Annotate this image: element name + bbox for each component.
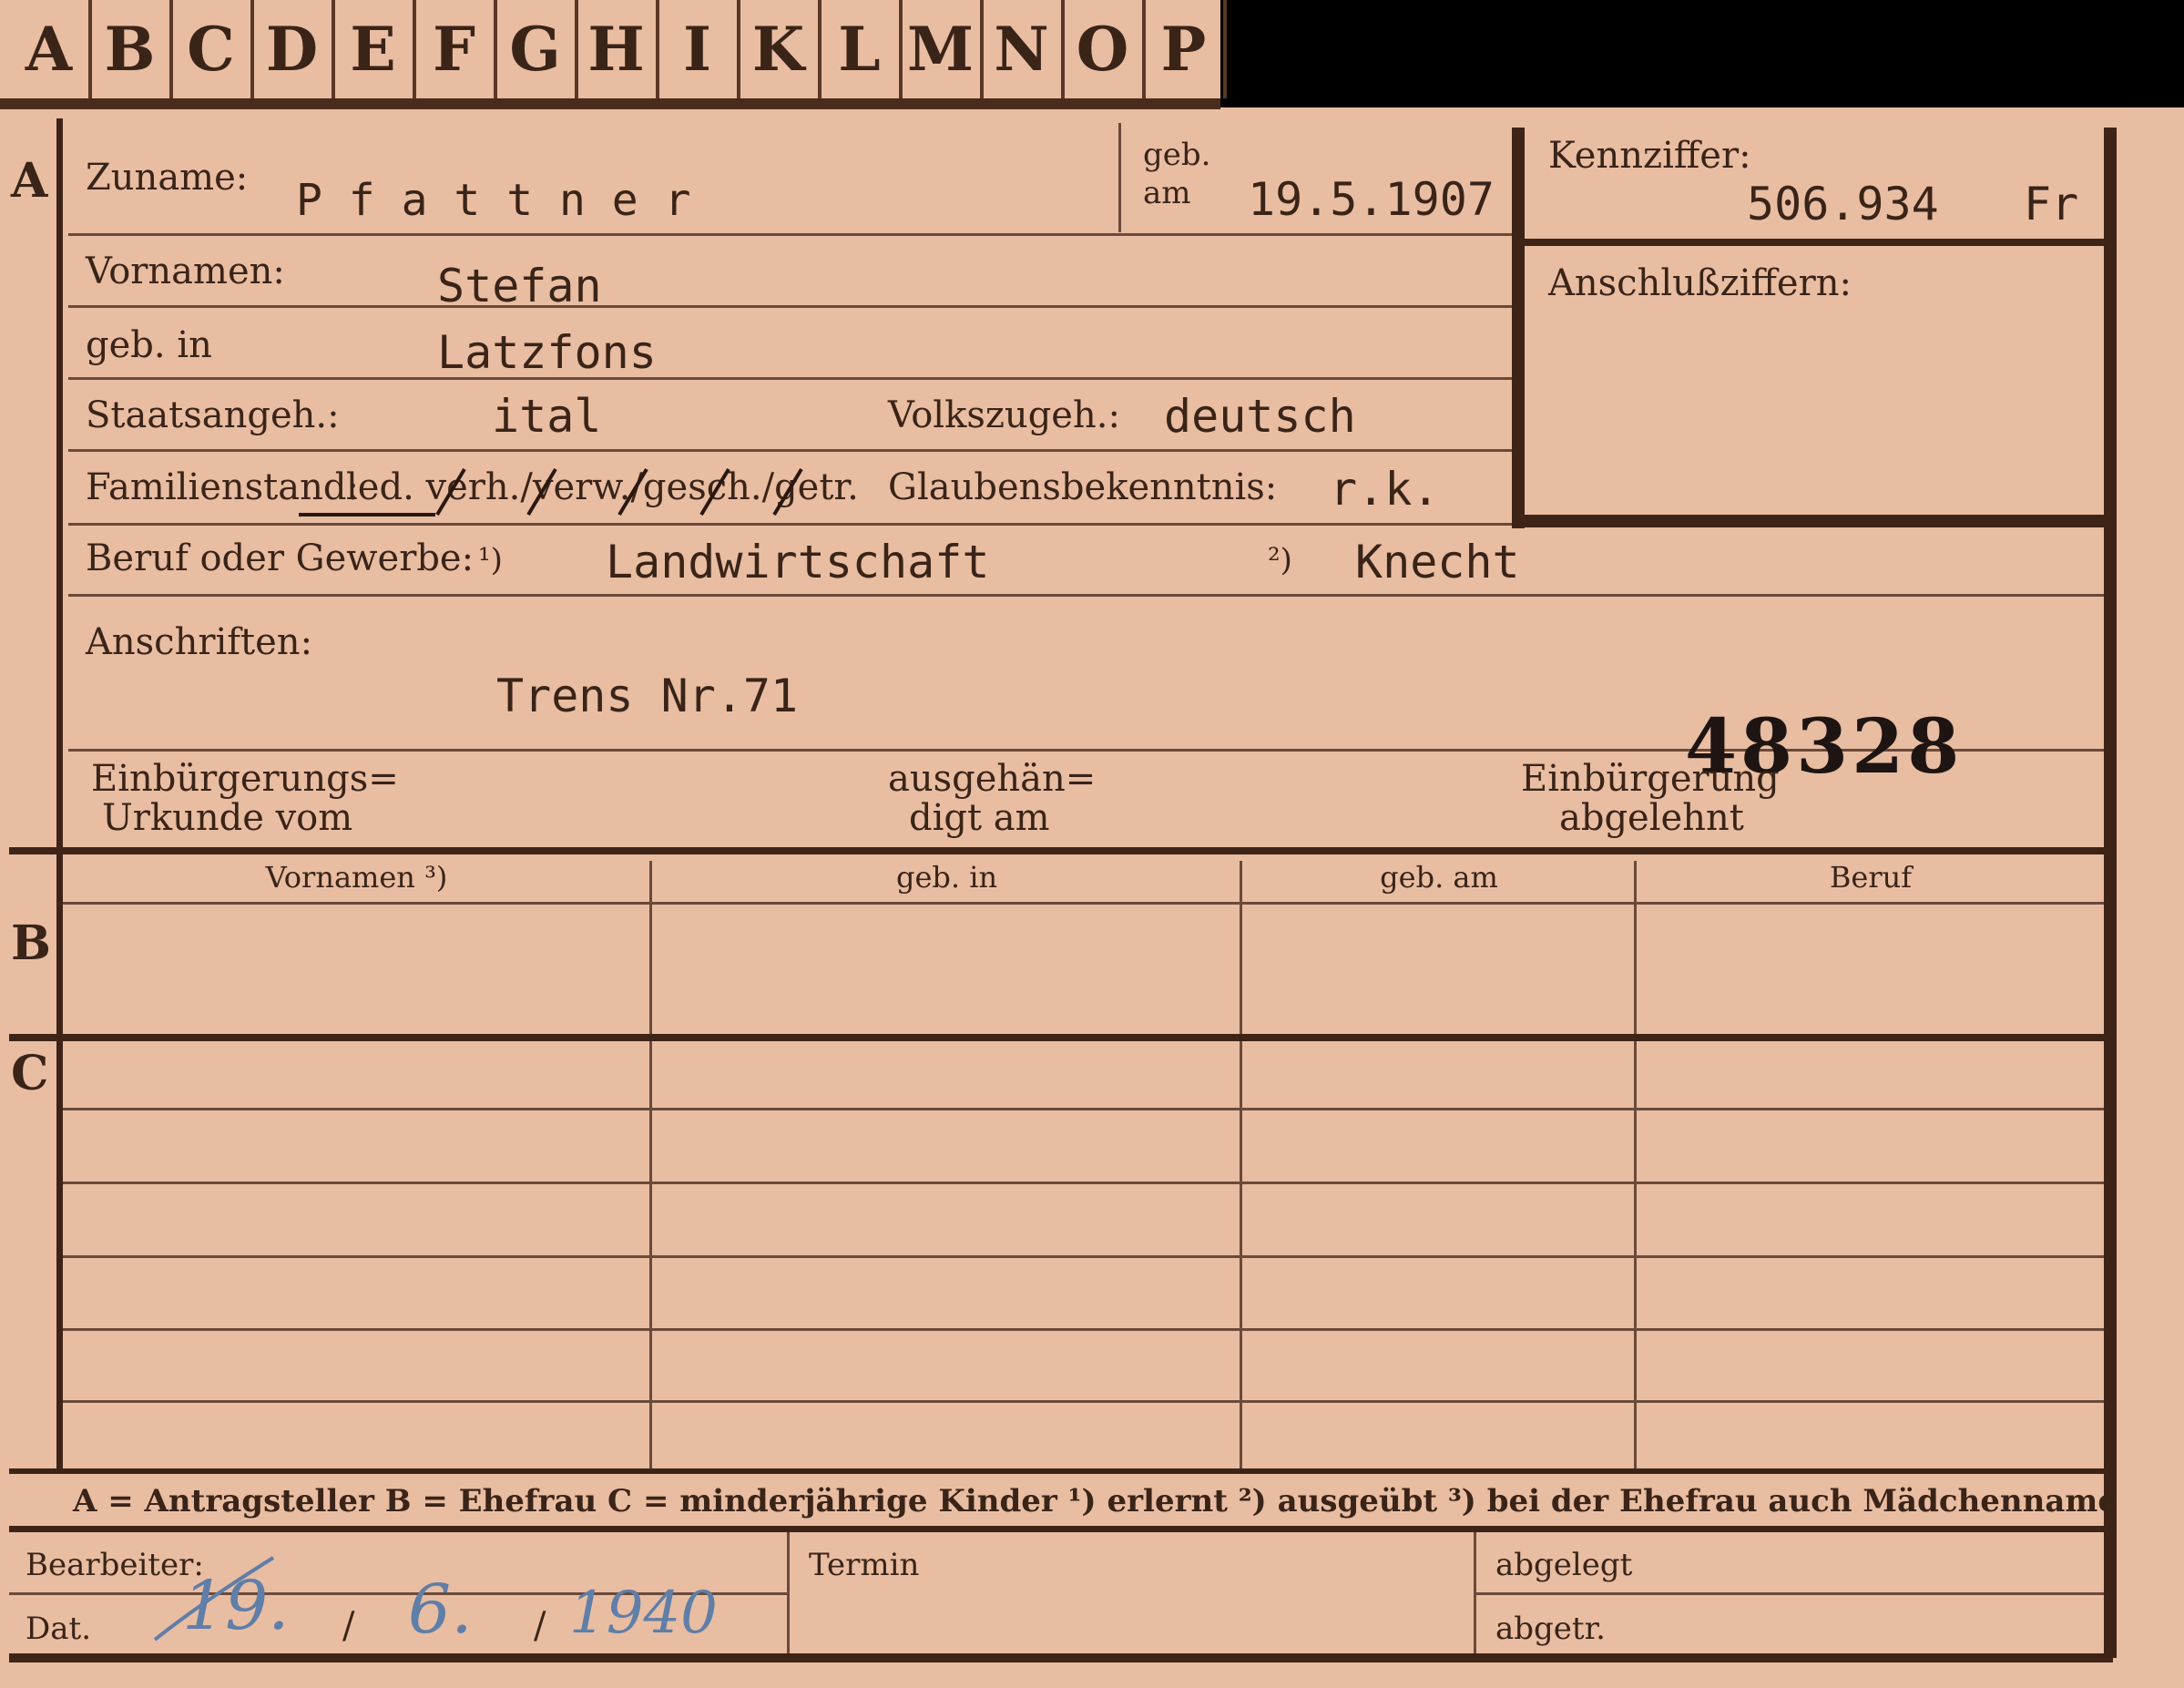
einbuergerung-abgelehnt-label-1: Einbürgerung	[1521, 758, 1780, 800]
beruf-footnote-1: ¹)	[478, 542, 503, 578]
einbuergerung-urkunde-label-1: Einbürgerungs=	[91, 758, 399, 800]
termin-label: Termin	[809, 1547, 920, 1583]
alphabet-tab-b[interactable]: B	[90, 0, 173, 98]
vornamen-label: Vornamen:	[86, 251, 285, 292]
section-divider-ab	[9, 847, 2104, 854]
tab-bar-rule	[0, 98, 1220, 109]
column-rule	[649, 861, 652, 1469]
alphabet-tab-o[interactable]: O	[1063, 0, 1146, 98]
alphabet-tab-a[interactable]: A	[9, 0, 92, 98]
geb-label: geb.	[1143, 137, 1211, 173]
section-a-marker: A	[11, 153, 48, 209]
kennziffer-label: Kennziffer:	[1548, 135, 1751, 177]
footer-legend: A = Antragsteller B = Ehefrau C = minder…	[73, 1483, 2118, 1519]
kennziffer-value: 506.934	[1747, 178, 1939, 230]
ausgehaendigt-label-1: ausgehän=	[888, 758, 1097, 800]
alphabet-tab-k[interactable]: K	[739, 0, 822, 98]
dat-label: Dat.	[26, 1611, 92, 1647]
kennziffer-box-left	[1512, 128, 1525, 528]
volkszugeh-value: deutsch	[1164, 390, 1356, 443]
handwritten-year: 1940	[569, 1580, 718, 1647]
geb-am-divider	[1118, 123, 1121, 232]
anschlussziffern-label: Anschlußziffern:	[1548, 262, 1852, 304]
geb-am-value: 19.5.1907	[1248, 173, 1495, 226]
section-divider-bc	[9, 1034, 2104, 1041]
date-slash-1: /	[342, 1605, 355, 1647]
row-rule	[68, 233, 1512, 236]
card-right-edge	[2122, 107, 2184, 1688]
column-header-geb-in: geb. in	[895, 860, 998, 895]
geb-in-label: geb. in	[86, 324, 212, 366]
table-row-rule	[63, 1400, 2104, 1403]
abgelegt-rule	[1474, 1592, 2104, 1595]
column-header-beruf: Beruf	[1829, 860, 1913, 895]
handwritten-month: 6.	[408, 1570, 473, 1649]
right-margin-rule	[2104, 128, 2117, 1658]
familienstand-label: Familienstand:	[86, 466, 359, 508]
glaubens-value: r.k.	[1330, 463, 1440, 516]
abgetr-label: abgetr.	[1495, 1611, 1606, 1647]
table-header-rule	[63, 902, 2104, 905]
beruf-footnote-2: ²)	[1268, 542, 1292, 578]
section-c-marker: C	[11, 1046, 49, 1101]
staatsangeh-value: ital	[492, 390, 602, 443]
alphabet-tab-l[interactable]: L	[820, 0, 903, 98]
volkszugeh-label: Volkszugeh.:	[888, 394, 1120, 436]
einbuergerung-urkunde-label-2: Urkunde vom	[102, 797, 353, 839]
am-label: am	[1143, 175, 1191, 211]
anschriften-label: Anschriften:	[86, 621, 313, 663]
alphabet-tab-h[interactable]: H	[577, 0, 659, 98]
einbuergerung-abgelehnt-label-2: abgelehnt	[1559, 797, 1744, 839]
legend-bottom-rule	[9, 1526, 2104, 1532]
card-bottom-rule	[9, 1653, 2113, 1662]
alphabet-tab-e[interactable]: E	[333, 0, 416, 98]
column-rule	[1240, 861, 1242, 1469]
alphabet-tab-m[interactable]: M	[901, 0, 984, 98]
table-row-rule	[63, 1255, 2104, 1258]
pencil-stroke	[153, 1556, 275, 1642]
row-rule	[68, 377, 1512, 380]
table-row-rule	[63, 1108, 2104, 1110]
familienstand-underline	[299, 513, 435, 517]
alphabet-tab-i[interactable]: I	[658, 0, 740, 98]
beruf-ausgeuebt-value: Knecht	[1355, 536, 1520, 588]
row-rule	[68, 594, 2104, 597]
geb-in-value: Latzfons	[437, 326, 657, 379]
alphabet-tab-p[interactable]: P	[1144, 0, 1227, 98]
column-rule	[1634, 861, 1637, 1469]
alphabet-tab-d[interactable]: D	[252, 0, 335, 98]
row-rule	[68, 449, 1512, 452]
staatsangeh-label: Staatsangeh.:	[86, 394, 340, 436]
table-row-rule	[63, 1328, 2104, 1331]
alphabet-tab-f[interactable]: F	[414, 0, 497, 98]
zuname-value: P f a t t n e r	[296, 175, 691, 226]
glaubens-label: Glaubensbekenntnis:	[888, 466, 1278, 508]
index-card	[0, 107, 2122, 1688]
date-slash-2: /	[534, 1605, 546, 1647]
column-header-vornamen: Vornamen ³)	[265, 860, 448, 895]
alphabet-tab-g[interactable]: G	[495, 0, 578, 98]
kennziffer-divider	[1525, 239, 2104, 246]
kennziffer-box-bottom	[1512, 515, 2104, 527]
abgelegt-label: abgelegt	[1495, 1547, 1633, 1583]
alphabet-tab-n[interactable]: N	[982, 0, 1065, 98]
table-row-rule	[63, 1182, 2104, 1184]
alphabet-tab-c[interactable]: C	[171, 0, 254, 98]
row-rule	[68, 305, 1512, 308]
column-header-geb-am: geb. am	[1380, 860, 1498, 895]
zuname-label: Zuname:	[86, 157, 249, 199]
section-b-marker: B	[11, 916, 51, 971]
legend-top-rule	[9, 1468, 2104, 1474]
left-rule-bc	[56, 861, 63, 1471]
ausgehaendigt-label-2: digt am	[909, 797, 1050, 839]
vornamen-value: Stefan	[437, 260, 602, 312]
beruf-label: Beruf oder Gewerbe:	[86, 537, 475, 579]
anschrift-value: Trens Nr.71	[496, 670, 799, 722]
beruf-erlernt-value: Landwirtschaft	[606, 536, 990, 588]
kennziffer-suffix: Fr	[2024, 178, 2079, 230]
strike-marks	[435, 467, 803, 517]
